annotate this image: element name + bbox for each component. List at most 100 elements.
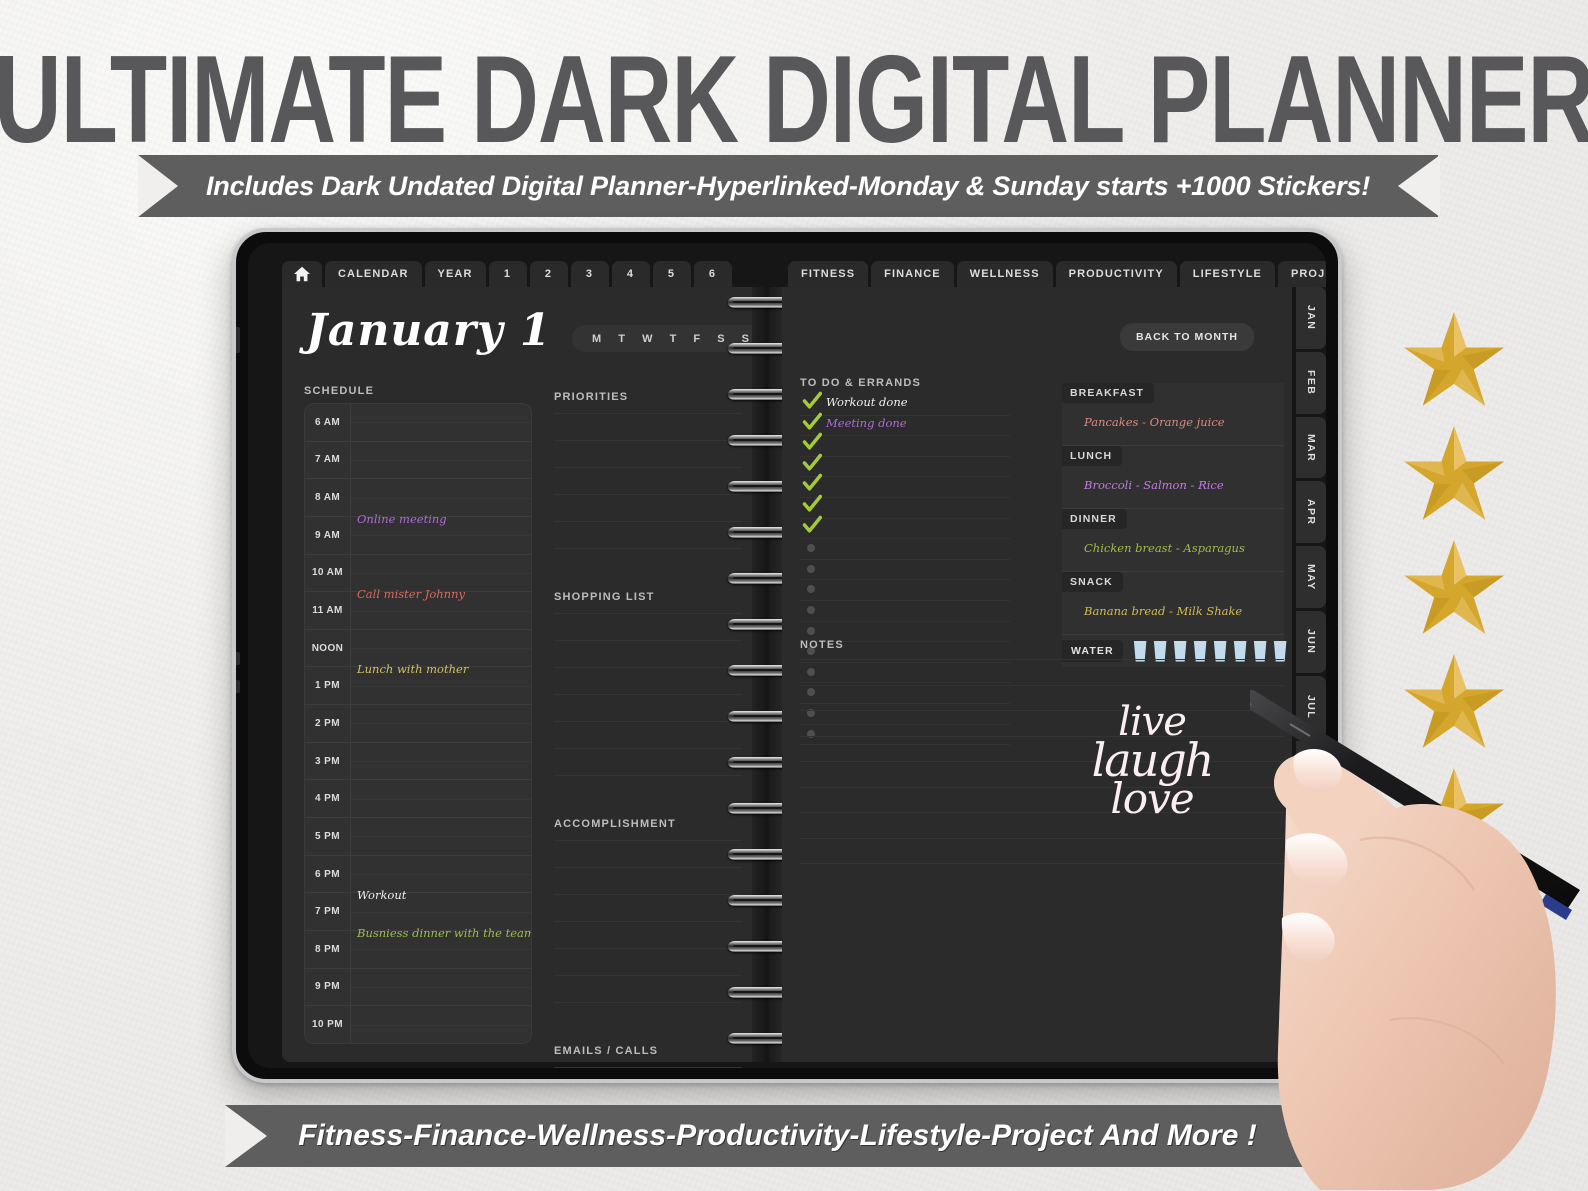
- tab-fitness[interactable]: FITNESS: [788, 261, 869, 287]
- checkbox-empty-icon[interactable]: [807, 544, 815, 553]
- schedule-entry-cell[interactable]: [351, 404, 531, 441]
- schedule-row[interactable]: 6 AM: [305, 404, 531, 442]
- month-tab-apr[interactable]: APR: [1296, 481, 1326, 544]
- todo-item[interactable]: Workout done: [800, 391, 1010, 416]
- notes-ruled-line[interactable]: [800, 659, 1284, 660]
- month-tab-may[interactable]: MAY: [1296, 546, 1326, 609]
- tab-wellness[interactable]: WELLNESS: [956, 261, 1053, 287]
- ruled-line[interactable]: [554, 494, 742, 495]
- meal-planner[interactable]: BREAKFAST Pancakes - Orange juice LUNCH Bro…: [1062, 383, 1287, 667]
- ruled-line[interactable]: [554, 521, 742, 522]
- schedule-entry-cell[interactable]: [351, 743, 531, 780]
- day-initial-3[interactable]: T: [670, 333, 678, 345]
- todo-item[interactable]: Meeting done: [800, 412, 1010, 437]
- ruled-line[interactable]: [554, 748, 742, 749]
- schedule-row[interactable]: 5 PM: [305, 818, 531, 856]
- schedule-entry-cell[interactable]: [351, 705, 531, 742]
- schedule-entry-cell[interactable]: Busniess dinner with the team: [351, 926, 531, 968]
- schedule-entry-cell[interactable]: [351, 1006, 531, 1043]
- checkmark-icon[interactable]: [802, 473, 822, 493]
- tab-productivity[interactable]: PRODUCTIVITY: [1055, 261, 1177, 287]
- schedule-row[interactable]: 4 PM: [305, 780, 531, 819]
- todo-item[interactable]: [800, 494, 1010, 519]
- schedule-entry-cell[interactable]: [351, 818, 531, 855]
- todo-item[interactable]: [800, 432, 1010, 457]
- todo-item[interactable]: [800, 515, 1010, 540]
- back-to-month-button[interactable]: BACK TO MONTH: [1119, 323, 1254, 351]
- ruled-line[interactable]: [554, 467, 742, 468]
- checkmark-icon[interactable]: [802, 494, 822, 514]
- checkmark-icon[interactable]: [802, 515, 822, 535]
- ruled-line[interactable]: [554, 640, 742, 641]
- checkbox-empty-icon[interactable]: [807, 626, 815, 635]
- meal-block-snack[interactable]: SNACK Banana bread - Milk Shake: [1062, 572, 1284, 635]
- checkbox-empty-icon[interactable]: [807, 585, 815, 594]
- tab-finance[interactable]: FINANCE: [871, 261, 954, 287]
- schedule-row[interactable]: 9 PM: [305, 968, 531, 1007]
- schedule-entry-cell[interactable]: Workout: [351, 888, 531, 930]
- month-tab-feb[interactable]: FEB: [1296, 351, 1326, 414]
- tab-3[interactable]: 3: [570, 261, 609, 287]
- ruled-line[interactable]: [554, 548, 742, 549]
- day-initial-0[interactable]: M: [592, 333, 602, 345]
- ruled-line[interactable]: [554, 894, 742, 895]
- schedule-row[interactable]: 7 AM: [305, 441, 531, 480]
- notes-ruled-line[interactable]: [800, 837, 1284, 839]
- schedule-entry-cell[interactable]: Call mister Johnny: [351, 587, 531, 629]
- ruled-line[interactable]: [554, 1002, 742, 1003]
- schedule-row[interactable]: 2 PM: [305, 705, 531, 743]
- ruled-line[interactable]: [554, 975, 742, 976]
- checkmark-icon[interactable]: [802, 391, 822, 411]
- day-initial-2[interactable]: W: [642, 333, 653, 345]
- todo-item[interactable]: [800, 580, 1010, 601]
- meal-block-breakfast[interactable]: BREAKFAST Pancakes - Orange juice: [1062, 383, 1284, 446]
- tab-1[interactable]: 1: [488, 261, 527, 287]
- ruled-line[interactable]: [554, 440, 742, 441]
- ruled-line[interactable]: [554, 921, 742, 922]
- ruled-line[interactable]: [554, 1067, 742, 1068]
- schedule-row[interactable]: 6 PM: [305, 855, 531, 894]
- todo-item[interactable]: [800, 560, 1010, 581]
- ruled-line[interactable]: [554, 667, 742, 668]
- schedule-row[interactable]: 10 PM: [305, 1006, 531, 1043]
- tab-4[interactable]: 4: [611, 261, 650, 287]
- tab-2[interactable]: 2: [529, 261, 568, 287]
- schedule-entry-cell[interactable]: [351, 630, 531, 667]
- tab-5[interactable]: 5: [652, 261, 691, 287]
- schedule-row[interactable]: 3 PM: [305, 742, 531, 781]
- schedule-row[interactable]: 9 AM Online meeting: [305, 512, 531, 555]
- ruled-line[interactable]: [554, 721, 742, 722]
- checkbox-empty-icon[interactable]: [807, 564, 815, 573]
- meal-block-lunch[interactable]: LUNCH Broccoli - Salmon - Rice: [1062, 446, 1284, 509]
- ruled-line[interactable]: [554, 948, 742, 949]
- checkmark-icon[interactable]: [802, 453, 822, 473]
- tab-home[interactable]: [282, 261, 322, 287]
- ruled-line[interactable]: [554, 613, 742, 614]
- ruled-line[interactable]: [554, 867, 742, 868]
- schedule-entry-cell[interactable]: [351, 479, 531, 516]
- schedule-row[interactable]: 8 PM Busniess dinner with the team: [305, 926, 531, 969]
- tab-6[interactable]: 6: [693, 261, 732, 287]
- notes-ruled-line[interactable]: [800, 684, 1284, 686]
- schedule-entry-cell[interactable]: [351, 780, 531, 817]
- month-tab-jun[interactable]: JUN: [1296, 611, 1326, 673]
- checkmark-icon[interactable]: [802, 432, 822, 452]
- notes-ruled-line[interactable]: [800, 863, 1284, 864]
- schedule-row[interactable]: 1 PM Lunch with mother: [305, 662, 531, 706]
- checkbox-empty-icon[interactable]: [807, 605, 815, 614]
- ruled-line[interactable]: [554, 775, 742, 776]
- schedule-entry-cell[interactable]: [351, 555, 531, 592]
- day-initial-5[interactable]: S: [717, 333, 725, 345]
- todo-item[interactable]: [800, 539, 1010, 560]
- ruled-line[interactable]: [554, 413, 742, 414]
- schedule-row[interactable]: 11 AM Call mister Johnny: [305, 587, 531, 630]
- meal-block-dinner[interactable]: DINNER Chicken breast - Asparagus: [1062, 509, 1284, 572]
- todo-item[interactable]: [800, 474, 1010, 498]
- schedule-entry-cell[interactable]: Online meeting: [351, 512, 531, 554]
- tab-year[interactable]: YEAR: [424, 261, 486, 287]
- schedule-entry-cell[interactable]: [351, 442, 531, 479]
- ruled-line[interactable]: [554, 840, 742, 841]
- month-tab-mar[interactable]: MAR: [1296, 416, 1326, 479]
- todo-item[interactable]: [800, 601, 1010, 622]
- month-tab-jan[interactable]: JAN: [1296, 287, 1326, 349]
